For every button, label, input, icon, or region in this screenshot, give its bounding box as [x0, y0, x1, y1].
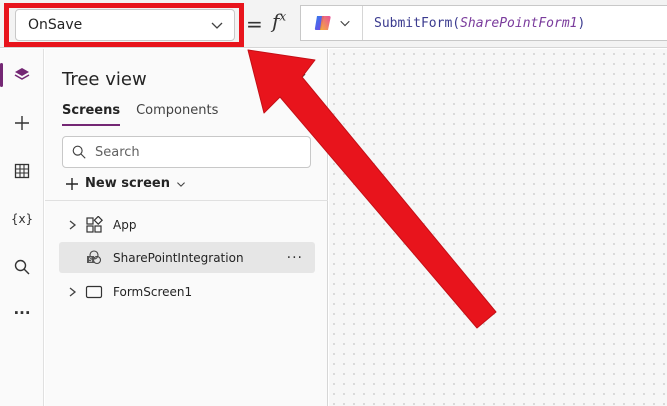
formula-close: ) [577, 15, 586, 31]
svg-text:S: S [89, 257, 93, 264]
search-icon [14, 259, 30, 275]
variables-icon: {x} [10, 212, 34, 226]
tab-screens[interactable]: Screens [62, 103, 121, 126]
formula-editor[interactable]: SubmitForm(SharePointForm1) [300, 5, 667, 41]
search-icon [72, 145, 86, 159]
tree-item-label: App [113, 217, 137, 232]
search-input[interactable] [95, 144, 295, 160]
copilot-button[interactable] [301, 6, 363, 40]
fx-sup: x [279, 9, 287, 24]
equals-sign: = [246, 12, 263, 36]
formula-function: SubmitForm( [374, 15, 461, 31]
more-icon: ··· [13, 304, 31, 322]
chevron-down-icon [339, 20, 350, 27]
new-screen-label: New screen [85, 176, 170, 191]
copilot-icon [314, 16, 331, 30]
formula-argument: SharePointForm1 [460, 15, 578, 31]
rail-tree-view[interactable] [0, 57, 44, 93]
screen-icon [85, 285, 103, 298]
design-canvas[interactable] [329, 49, 667, 406]
plus-icon [66, 177, 78, 190]
divider [45, 200, 328, 201]
tree-item-sharepointintegration[interactable]: S SharePointIntegration ··· [59, 242, 315, 273]
layers-icon [14, 68, 30, 80]
app-icon [86, 215, 103, 233]
annotation-highlight-box [4, 3, 244, 47]
left-rail: {x} ··· [0, 49, 44, 406]
close-icon[interactable] [290, 71, 308, 89]
rail-insert[interactable] [0, 105, 44, 141]
rail-search[interactable] [0, 249, 44, 285]
table-icon [14, 163, 30, 179]
tree-item-label: FormScreen1 [113, 284, 193, 299]
search-box [62, 136, 311, 168]
tree-item-app[interactable]: App [59, 209, 315, 240]
fx-icon: fx [272, 9, 286, 33]
more-options-icon[interactable]: ··· [287, 250, 303, 266]
rail-variables[interactable]: {x} [0, 201, 44, 237]
formula-text[interactable]: SubmitForm(SharePointForm1) [363, 16, 585, 31]
rail-data[interactable] [0, 153, 44, 189]
tree-tabs: Screens Components [62, 103, 218, 126]
tree-view-panel: Tree view Screens Components New screen … [45, 49, 328, 406]
tree-item-formscreen1[interactable]: FormScreen1 [59, 276, 315, 307]
chevron-right-icon[interactable] [65, 285, 79, 299]
panel-title: Tree view [62, 69, 147, 90]
plus-icon [15, 116, 29, 130]
sharepoint-icon: S [87, 249, 102, 264]
chevron-down-icon [177, 181, 185, 187]
rail-more[interactable]: ··· [0, 295, 44, 331]
new-screen-button[interactable]: New screen [65, 176, 186, 191]
chevron-right-icon[interactable] [65, 218, 79, 232]
tree-item-label: SharePointIntegration [113, 250, 244, 265]
tab-components[interactable]: Components [136, 103, 218, 126]
